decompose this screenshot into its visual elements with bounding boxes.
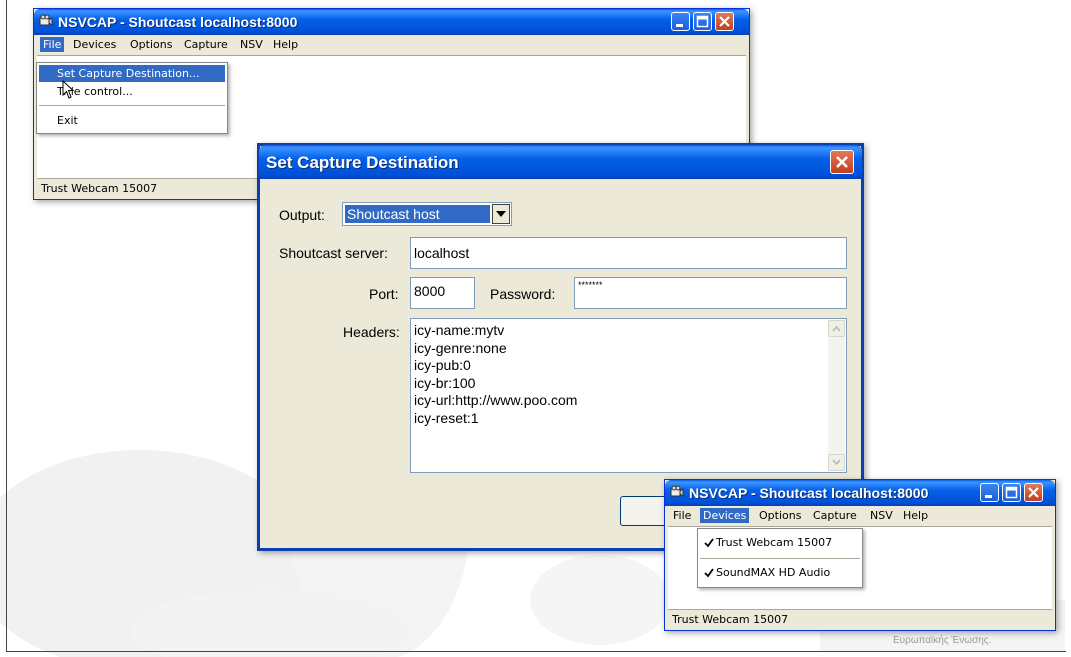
minimize-icon <box>676 24 683 27</box>
menu-devices[interactable]: Devices <box>70 37 119 52</box>
devices-menu-popup: Trust Webcam 15007 SoundMAX HD Audio <box>697 528 863 588</box>
menu-options[interactable]: Options <box>756 508 804 523</box>
chevron-down-icon <box>832 459 841 466</box>
menu-separator <box>39 105 225 106</box>
scroll-up-button[interactable] <box>828 320 845 337</box>
header-line: icy-br:100 <box>414 374 476 391</box>
maximize-button[interactable] <box>1002 483 1021 502</box>
device-label: Trust Webcam 15007 <box>716 536 833 549</box>
menu-options[interactable]: Options <box>127 37 175 52</box>
chevron-up-icon <box>832 325 841 332</box>
window-title: NSVCAP - Shoutcast localhost:8000 <box>689 485 929 501</box>
scroll-down-button[interactable] <box>828 454 845 471</box>
dialog-title: Set Capture Destination <box>266 153 459 172</box>
footer-caption: Ευρωπαϊκής Ένωσης. <box>893 635 992 646</box>
chevron-down-icon <box>496 211 506 217</box>
dialog-titlebar[interactable]: Set Capture Destination <box>259 145 862 179</box>
server-label: Shoutcast server: <box>279 245 388 261</box>
header-line: icy-genre:none <box>414 339 507 356</box>
checkmark-icon <box>704 568 714 578</box>
password-label: Password: <box>490 286 556 302</box>
menu-file[interactable]: File <box>40 37 65 52</box>
menu-help[interactable]: Help <box>270 37 301 52</box>
minimize-button[interactable] <box>980 483 999 502</box>
headers-label: Headers: <box>343 324 400 340</box>
status-text: Trust Webcam 15007 <box>41 182 158 195</box>
headers-lines: icy-name:mytv icy-genre:none icy-pub:0 i… <box>411 319 846 427</box>
dropdown-button[interactable] <box>492 204 510 224</box>
device-label: SoundMAX HD Audio <box>716 566 831 579</box>
header-line: icy-url:http://www.poo.com <box>414 392 578 408</box>
output-select[interactable]: Shoutcast host <box>342 202 512 226</box>
menu-capture[interactable]: Capture <box>181 37 231 52</box>
close-icon <box>836 156 848 168</box>
output-label: Output: <box>279 207 325 223</box>
menu-devices[interactable]: Devices <box>700 508 750 523</box>
menu-capture[interactable]: Capture <box>810 508 860 523</box>
device-item-audio[interactable]: SoundMAX HD Audio <box>700 564 860 581</box>
server-field[interactable]: localhost <box>410 237 847 269</box>
menu-separator <box>700 558 860 559</box>
close-button[interactable] <box>715 12 734 31</box>
status-text: Trust Webcam 15007 <box>672 613 789 626</box>
headers-scrollbar[interactable] <box>828 320 845 471</box>
mouse-cursor-icon <box>62 80 75 99</box>
menu-nsv[interactable]: NSV <box>867 508 896 523</box>
port-field[interactable]: 8000 <box>410 277 475 309</box>
device-item-webcam[interactable]: Trust Webcam 15007 <box>700 534 860 551</box>
camera-icon <box>670 485 684 497</box>
second-menubar: File Devices Options Capture NSV Help <box>668 506 1052 525</box>
password-field[interactable]: ******* <box>574 277 847 309</box>
header-line: icy-pub:0 <box>414 357 471 373</box>
menu-nsv[interactable]: NSV <box>237 37 266 52</box>
maximize-button[interactable] <box>693 12 712 31</box>
close-button[interactable] <box>1024 483 1043 502</box>
checkmark-icon <box>704 538 714 548</box>
menu-item-exit[interactable]: Exit <box>39 112 225 129</box>
output-select-value: Shoutcast host <box>345 205 490 223</box>
maximize-icon <box>696 15 709 28</box>
window-title: NSVCAP - Shoutcast localhost:8000 <box>58 14 298 30</box>
main-window-titlebar[interactable]: NSVCAP - Shoutcast localhost:8000 <box>34 9 749 35</box>
dialog-close-button[interactable] <box>830 150 854 174</box>
minimize-icon <box>985 495 992 498</box>
menu-help[interactable]: Help <box>900 508 931 523</box>
close-icon <box>1028 487 1039 498</box>
camera-icon <box>39 14 53 26</box>
port-label: Port: <box>369 286 399 302</box>
second-statusbar: Trust Webcam 15007 <box>668 609 1052 628</box>
main-menubar: File Devices Options Capture NSV Help <box>37 35 746 54</box>
header-line: icy-name:mytv <box>414 322 505 338</box>
close-icon <box>719 16 730 27</box>
header-line: icy-reset:1 <box>414 409 479 426</box>
maximize-icon <box>1005 486 1018 499</box>
menu-file[interactable]: File <box>670 508 694 523</box>
minimize-button[interactable] <box>671 12 690 31</box>
second-window-titlebar[interactable]: NSVCAP - Shoutcast localhost:8000 <box>665 480 1055 506</box>
headers-textarea[interactable]: icy-name:mytv icy-genre:none icy-pub:0 i… <box>410 318 847 473</box>
